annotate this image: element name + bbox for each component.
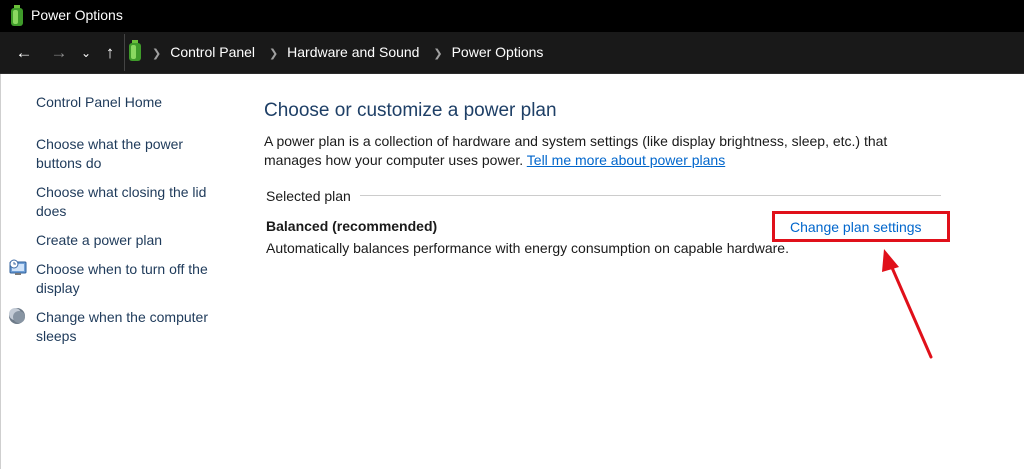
sidebar-item-label: Choose what closing the lid: [36, 184, 207, 200]
battery-app-icon: [11, 5, 23, 26]
breadcrumb-control-panel[interactable]: Control Panel: [170, 44, 255, 60]
sidebar-item-label: sleeps: [36, 328, 77, 344]
title-bar: Power Options: [0, 0, 1024, 32]
battery-location-icon: [129, 40, 141, 61]
arrow-left-icon[interactable]: ←: [14, 43, 34, 63]
breadcrumb-power-options[interactable]: Power Options: [452, 44, 544, 60]
plan-description: Automatically balances performance with …: [266, 240, 789, 256]
page-title: Choose or customize a power plan: [264, 100, 557, 121]
sidebar-item-label: Choose what the power: [36, 136, 184, 152]
moon-icon: [9, 308, 25, 324]
address-bar: ← → ⌄ ↑ ❯ Control Panel ❯ Hardware and Sou…: [0, 32, 1024, 74]
selected-plan-label: Selected plan: [266, 188, 351, 204]
chevron-down-icon[interactable]: ⌄: [76, 43, 96, 63]
sidebar-item-label: buttons do: [36, 155, 102, 171]
control-panel-home-link[interactable]: Control Panel Home: [36, 93, 162, 112]
group-divider: [360, 195, 941, 196]
plan-name: Balanced (recommended): [266, 218, 438, 234]
chevron-right-icon[interactable]: ❯: [433, 48, 442, 60]
sidebar-item-label: Choose when to turn off the: [36, 261, 208, 277]
annotation-arrow-icon: [882, 249, 933, 359]
sidebar-item-label: Change when the computer: [36, 309, 208, 325]
sidebar-item-turn-off-display[interactable]: Choose when to turn off the display: [36, 260, 208, 298]
chevron-right-icon[interactable]: ❯: [152, 48, 161, 60]
sidebar-item-closing-lid[interactable]: Choose what closing the lid does: [36, 183, 206, 221]
breadcrumb: ❯ Control Panel ❯ Hardware and Sound ❯ Powe…: [152, 44, 553, 60]
sidebar-item-label: display: [36, 280, 80, 296]
sidebar-item-label: Create a power plan: [36, 232, 163, 248]
page-description: A power plan is a collection of hardware…: [264, 132, 924, 170]
window-left-border: [0, 74, 1, 469]
arrow-up-icon[interactable]: ↑: [100, 43, 120, 63]
window-title: Power Options: [31, 7, 123, 23]
arrow-right-icon[interactable]: →: [49, 43, 69, 63]
sidebar-item-create-plan[interactable]: Create a power plan: [36, 231, 162, 250]
annotation-highlight-box: [772, 211, 950, 242]
learn-more-link[interactable]: Tell me more about power plans: [527, 152, 725, 168]
sidebar-item-power-buttons[interactable]: Choose what the power buttons do: [36, 135, 183, 173]
sidebar-item-computer-sleeps[interactable]: Change when the computer sleeps: [36, 308, 208, 346]
chevron-right-icon[interactable]: ❯: [269, 48, 278, 60]
breadcrumb-hardware-and-sound[interactable]: Hardware and Sound: [287, 44, 419, 60]
display-clock-icon: [9, 259, 27, 275]
sidebar-item-label: does: [36, 203, 67, 219]
address-separator: [124, 34, 125, 71]
